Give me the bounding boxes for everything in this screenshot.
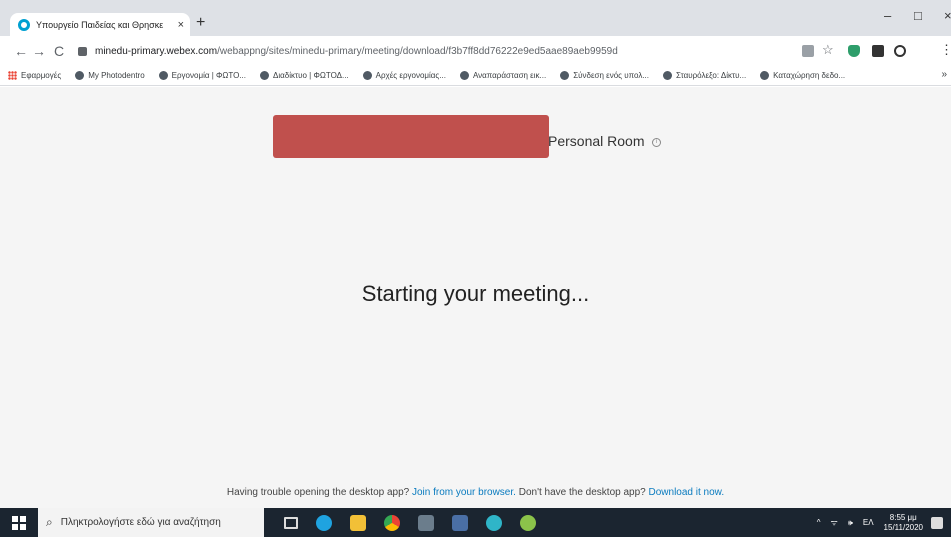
globe-icon <box>362 71 372 80</box>
webex-page: Personal Room i Starting your meeting...… <box>0 87 951 508</box>
redacted-host-name <box>273 115 549 158</box>
bookmark-apps[interactable]: Εφαρμογές <box>8 71 61 80</box>
help-prefix: Having trouble opening the desktop app? <box>226 487 410 498</box>
notifications-icon[interactable] <box>931 516 943 529</box>
globe-icon <box>459 71 469 80</box>
network-icon[interactable]: ᯤ <box>831 517 838 528</box>
bookmarks-overflow-button[interactable]: » <box>941 69 947 80</box>
system-tray: ^ ᯤ 🕪 ΕΛ 8:55 μμ 15/11/2020 <box>817 508 951 537</box>
close-window-button[interactable]: × <box>944 8 951 23</box>
search-placeholder: Πληκτρολογήστε εδώ για αναζήτηση <box>60 517 221 528</box>
info-icon[interactable]: i <box>652 138 661 147</box>
bookmark-anaparastasi[interactable]: Αναπαράσταση εικ... <box>459 71 546 80</box>
extensions-puzzle-icon[interactable] <box>872 45 884 57</box>
bookmark-ergonomia[interactable]: Εργονομία | ΦΩΤΟ... <box>158 71 246 80</box>
globe-icon <box>663 71 672 80</box>
globe-icon <box>158 71 168 80</box>
tab-title: Υπουργείο Παιδείας και Θρησκε <box>36 19 164 30</box>
new-tab-button[interactable]: + <box>196 14 205 32</box>
menu-kebab-icon[interactable]: ⋮ <box>940 42 951 58</box>
address-bar[interactable]: minedu-primary.webex.com /webappng/sites… <box>78 40 758 62</box>
task-view-icon[interactable] <box>284 516 298 529</box>
shield-extension-icon[interactable] <box>848 45 860 57</box>
minimize-button[interactable]: – <box>884 8 891 23</box>
bookmark-kataxorisi[interactable]: Καταχώρηση δεδο... <box>760 71 845 80</box>
translate-icon[interactable] <box>802 45 814 57</box>
join-from-browser-link[interactable]: Join from your browser. <box>412 487 516 498</box>
app-icon[interactable] <box>418 514 434 531</box>
bookmark-photodentro[interactable]: My Photodentro <box>75 71 145 80</box>
profile-avatar-icon[interactable] <box>894 45 906 57</box>
browser-window: Υπουργείο Παιδείας και Θρησκε × + – □ × … <box>0 0 951 537</box>
help-text: Having trouble opening the desktop app? … <box>0 487 951 498</box>
windows-taskbar: ⌕ Πληκτρολογήστε εδώ για αναζήτηση ^ ᯤ 🕪… <box>0 508 951 537</box>
photodentro-icon <box>75 71 85 80</box>
apps-icon <box>8 71 17 80</box>
webex-icon[interactable] <box>486 514 502 531</box>
lock-icon[interactable] <box>78 46 87 56</box>
file-explorer-icon[interactable] <box>350 514 366 531</box>
search-icon: ⌕ <box>46 515 53 529</box>
bookmark-syndesi[interactable]: Σύνδεση ενός υπολ... <box>560 71 649 80</box>
address-toolbar: ← → C minedu-primary.webex.com /webappng… <box>0 36 951 66</box>
help-middle: Don't have the desktop app? <box>518 487 646 498</box>
paint-icon[interactable] <box>520 514 536 531</box>
tab-close-icon[interactable]: × <box>178 19 184 31</box>
forward-button[interactable]: → <box>32 43 46 59</box>
tab-active[interactable]: Υπουργείο Παιδείας και Θρησκε × <box>10 13 190 36</box>
tab-strip: Υπουργείο Παιδείας και Θρησκε × + – □ × <box>0 0 951 36</box>
clock[interactable]: 8:55 μμ 15/11/2020 <box>884 513 923 533</box>
back-button[interactable]: ← <box>14 43 28 59</box>
webex-favicon-icon <box>18 18 30 31</box>
maximize-button[interactable]: □ <box>914 8 922 23</box>
clock-date: 15/11/2020 <box>883 522 923 532</box>
room-title: Personal Room <box>548 133 645 149</box>
bookmark-star-icon[interactable]: ☆ <box>822 42 834 58</box>
globe-icon <box>560 71 570 80</box>
tray-chevron-icon[interactable]: ^ <box>817 518 821 527</box>
chrome-icon[interactable] <box>384 514 400 531</box>
volume-icon[interactable]: 🕪 <box>848 518 853 528</box>
bookmarks-bar: Εφαρμογές My Photodentro Εργονομία | ΦΩΤ… <box>0 66 951 86</box>
globe-icon <box>760 71 770 80</box>
bookmark-diadiktyo[interactable]: Διαδίκτυο | ΦΩΤΟΔ... <box>260 71 349 80</box>
reload-button[interactable]: C <box>54 43 64 59</box>
download-app-link[interactable]: Download it now. <box>649 487 725 498</box>
url-path: /webappng/sites/minedu-primary/meeting/d… <box>217 45 618 57</box>
clock-time: 8:55 μμ <box>889 512 917 522</box>
url-host: minedu-primary.webex.com <box>95 45 218 57</box>
language-indicator[interactable]: ΕΛ <box>863 518 874 527</box>
windows-start-icon[interactable] <box>12 515 26 530</box>
bookmark-stavroleksi[interactable]: Σταυρόλεξο: Δίκτυ... <box>663 71 746 80</box>
status-message: Starting your meeting... <box>361 281 590 306</box>
edge-icon[interactable] <box>316 514 332 531</box>
globe-icon <box>260 71 269 80</box>
taskbar-search-box[interactable]: ⌕ Πληκτρολογήστε εδώ για αναζήτηση <box>38 508 264 537</box>
bookmark-arxes[interactable]: Αρχές εργονομίας... <box>362 71 446 80</box>
word-icon[interactable] <box>452 514 468 531</box>
